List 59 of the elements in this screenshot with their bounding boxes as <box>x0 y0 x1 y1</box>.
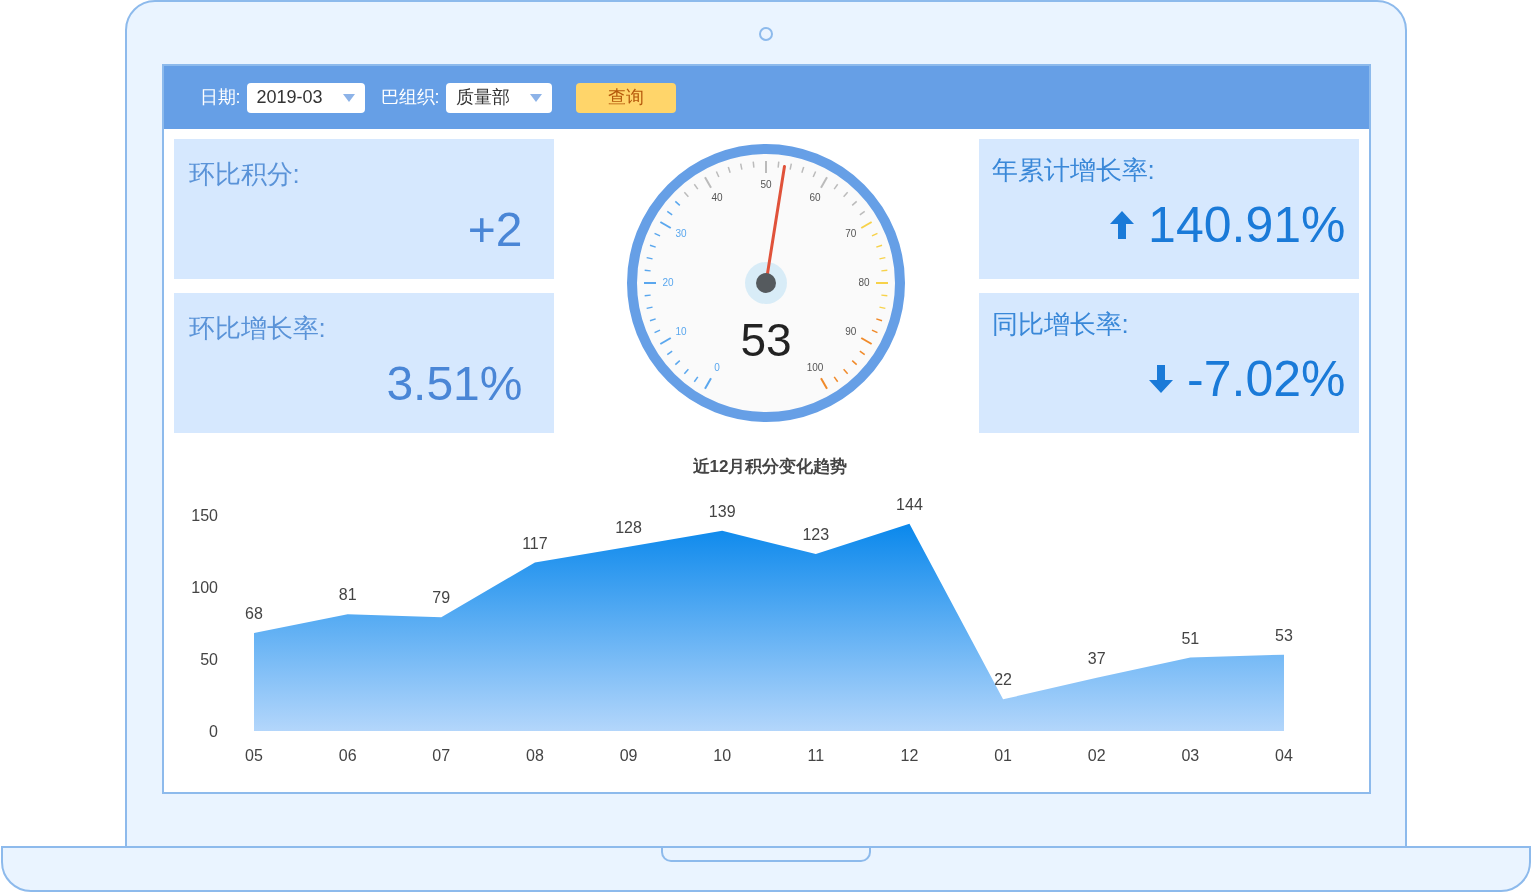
data-label: 53 <box>1274 626 1293 644</box>
data-label: 123 <box>801 525 829 543</box>
stat-title: 环比积分: <box>188 158 300 191</box>
gauge-scale-label: 90 <box>845 326 857 337</box>
x-axis-label: 01 <box>993 747 1012 764</box>
data-label: 144 <box>895 495 923 513</box>
data-label: 139 <box>708 502 736 520</box>
gauge-scale-label: 40 <box>711 192 723 204</box>
filter-label: 日期: <box>199 86 241 109</box>
x-axis-label: 10 <box>712 747 731 764</box>
caret-icon <box>529 93 542 102</box>
stat-title: 同比增长率: <box>991 308 1129 341</box>
data-label: 79 <box>431 589 450 607</box>
filter-label: 巴组织: <box>380 86 440 109</box>
stat-title: 年累计增长率: <box>991 154 1155 187</box>
up-arrow-icon <box>1110 211 1135 239</box>
x-axis-label: 11 <box>807 747 824 764</box>
x-axis-label: 06 <box>338 747 357 764</box>
gauge-scale-label: 60 <box>809 192 821 204</box>
query-button[interactable]: 查询 <box>575 82 676 113</box>
x-axis-label: 08 <box>525 747 544 764</box>
caret-icon <box>342 93 355 102</box>
gauge-scale-label: 30 <box>675 228 687 239</box>
y-axis-label: 100 <box>190 579 218 596</box>
gauge-scale-label: 100 <box>806 361 824 373</box>
y-axis-label: 50 <box>199 651 218 668</box>
x-axis-label: 05 <box>244 747 263 764</box>
gauge-scale-label: 0 <box>714 361 720 373</box>
chart-title: 近12月积分变化趋势 <box>692 457 847 476</box>
stat-value: 3.51% <box>386 360 524 408</box>
gauge-scale-label: 70 <box>845 228 857 239</box>
x-axis-label: 07 <box>431 747 450 764</box>
x-axis-label: 12 <box>900 747 918 764</box>
camera-icon <box>759 27 773 41</box>
gauge-value: 53 <box>740 314 792 366</box>
gauge-scale-label: 20 <box>662 277 674 288</box>
dropdown[interactable]: 2019-03 <box>246 82 365 113</box>
x-axis-label: 09 <box>619 747 637 764</box>
stat-value: 140.91% <box>1148 200 1346 250</box>
data-label: 51 <box>1180 629 1199 647</box>
data-label: 22 <box>993 671 1012 689</box>
stat-title: 环比增长率: <box>188 312 326 345</box>
y-axis-label: 0 <box>208 723 218 740</box>
data-label: 117 <box>521 534 548 552</box>
stat-value: -7.02% <box>1187 354 1346 404</box>
gauge-scale-label: 50 <box>760 179 772 190</box>
data-label: 37 <box>1087 649 1106 667</box>
gauge-scale-label: 10 <box>675 326 687 337</box>
gauge-scale-label: 80 <box>858 277 870 288</box>
dropdown[interactable]: 质量部 <box>445 82 552 113</box>
stat-value: +2 <box>467 206 524 254</box>
data-label: 68 <box>244 605 263 623</box>
x-axis-label: 02 <box>1087 747 1106 764</box>
data-label: 128 <box>614 518 642 536</box>
y-axis-label: 150 <box>190 507 218 524</box>
data-label: 81 <box>338 586 357 604</box>
x-axis-label: 04 <box>1274 747 1293 764</box>
x-axis-label: 03 <box>1180 747 1199 764</box>
down-arrow-icon <box>1149 365 1174 393</box>
